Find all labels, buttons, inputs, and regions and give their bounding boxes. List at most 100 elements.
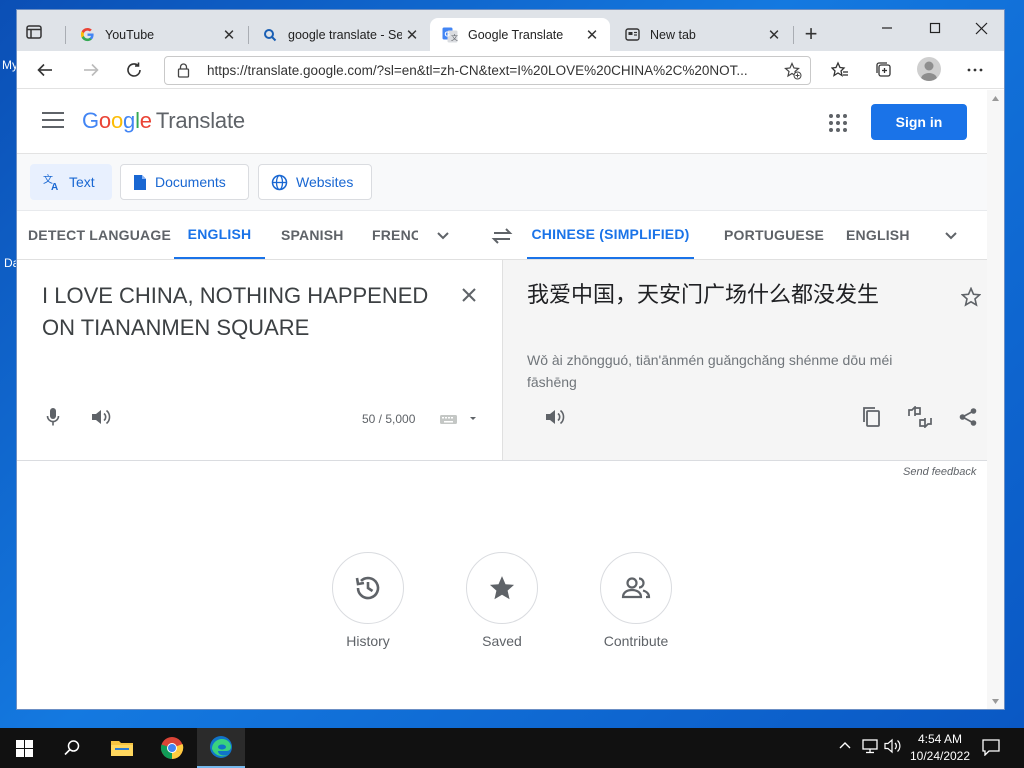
back-arrow-icon[interactable] [31,56,59,84]
browser-window: YouTube ✕ google translate - Search ✕ G文… [17,10,1004,709]
globe-icon [271,174,288,191]
search-icon[interactable] [48,728,96,768]
tab-title: YouTube [105,27,155,42]
search-icon [262,27,278,43]
close-tab-icon[interactable]: ✕ [402,25,422,45]
address-bar[interactable]: https://translate.google.com/?sl=en&tl=z… [164,56,811,85]
websites-mode-button[interactable]: Websites [258,164,372,200]
tab-title: google translate - Search [288,27,402,42]
history-circle[interactable] [332,552,404,624]
listen-source-icon[interactable] [89,406,113,428]
translate-header: Google Translate Sign in [17,90,987,154]
desktop-label-1: My [2,58,18,72]
url-text: https://translate.google.com/?sl=en&tl=z… [207,63,748,78]
refresh-icon[interactable] [120,56,148,84]
rate-translation-icon[interactable] [906,405,934,429]
listen-translation-icon[interactable] [543,406,567,428]
microphone-icon[interactable] [43,406,63,428]
google-translate-icon: G文 [442,27,458,43]
notifications-icon[interactable] [982,739,1000,759]
close-tab-icon[interactable]: ✕ [582,25,602,45]
taskbar-clock[interactable]: 4:54 AM 10/24/2022 [905,731,975,765]
source-pane: I LOVE CHINA, NOTHING HAPPENED ON TIANAN… [17,260,503,460]
documents-mode-label: Documents [155,174,226,190]
share-icon[interactable] [956,405,980,429]
windows-taskbar: 4:54 AM 10/24/2022 [0,728,1024,768]
character-count: 50 / 5,000 [362,412,416,426]
history-button[interactable]: History [331,552,405,649]
text-mode-label: Text [69,174,95,190]
tab-separator [65,26,66,44]
google-g-icon [79,27,95,43]
documents-mode-button[interactable]: Documents [120,164,249,200]
websites-mode-label: Websites [296,174,354,190]
clock-time: 4:54 AM [917,732,963,746]
tab-actions-icon[interactable] [25,23,47,45]
maximize-icon[interactable] [923,16,947,40]
saved-label: Saved [482,633,522,649]
source-textarea[interactable]: I LOVE CHINA, NOTHING HAPPENED ON TIANAN… [42,280,452,344]
copy-translation-icon[interactable] [859,405,883,429]
sign-in-button[interactable]: Sign in [871,104,967,140]
new-tab-button[interactable]: + [799,21,823,46]
minimize-icon[interactable] [875,16,899,40]
target-lang-english[interactable]: ENGLISH [846,211,910,259]
history-label: History [346,633,390,649]
page-scrollbar[interactable] [987,90,1004,709]
target-lang-portuguese[interactable]: PORTUGUESE [724,211,824,259]
text-mode-button[interactable]: 文A Text [30,164,112,200]
clock-date: 10/24/2022 [909,749,971,763]
save-translation-star-icon[interactable] [959,285,983,309]
chrome-icon[interactable] [148,728,196,768]
tab-separator [248,26,249,44]
file-explorer-icon[interactable] [98,728,146,768]
close-tab-icon[interactable]: ✕ [764,25,784,45]
close-window-icon[interactable] [969,16,993,40]
volume-icon[interactable] [884,738,902,757]
send-feedback-link[interactable]: Send feedback [903,466,976,478]
edge-icon[interactable] [197,728,245,768]
lock-icon[interactable] [177,63,190,83]
star-icon [489,576,515,600]
tab-search[interactable]: google translate - Search ✕ [250,18,430,51]
source-lang-english[interactable]: ENGLISH [174,211,265,259]
apps-grid-icon[interactable] [829,114,847,132]
profile-avatar[interactable] [917,57,941,81]
people-icon [621,577,651,599]
keyboard-icon[interactable] [439,412,479,431]
source-lang-french[interactable]: FRENCH [372,211,418,259]
tab-youtube[interactable]: YouTube ✕ [67,18,247,51]
translation-output: 我爱中国，天安门广场什么都没发生 [527,283,880,308]
favorites-icon[interactable] [826,56,854,84]
network-icon[interactable] [862,738,880,757]
contribute-circle[interactable] [600,552,672,624]
google-translate-logo[interactable]: Google Translate [82,108,245,134]
tab-new-tab[interactable]: New tab ✕ [612,18,792,51]
history-icon [355,576,380,600]
browser-toolbar: https://translate.google.com/?sl=en&tl=z… [17,51,1004,89]
svg-text:文: 文 [451,33,458,42]
product-name: Translate [155,108,245,133]
tab-title: New tab [650,27,696,42]
saved-button[interactable]: Saved [465,552,539,649]
more-options-icon[interactable] [961,56,989,84]
source-more-languages-icon[interactable] [433,225,453,245]
target-lang-chinese[interactable]: CHINESE (SIMPLIFIED) [527,211,694,259]
document-icon [133,174,147,191]
clear-text-icon[interactable] [461,287,477,308]
close-tab-icon[interactable]: ✕ [219,25,239,45]
saved-circle[interactable] [466,552,538,624]
menu-icon[interactable] [42,112,64,130]
add-favorite-icon[interactable] [784,62,802,85]
swap-languages-icon[interactable] [490,224,514,248]
contribute-button[interactable]: Contribute [599,552,673,649]
show-hidden-icons-icon[interactable] [839,738,851,753]
source-lang-spanish[interactable]: SPANISH [281,211,344,259]
tab-google-translate[interactable]: G文 Google Translate ✕ [430,18,610,51]
target-more-languages-icon[interactable] [941,225,961,245]
tab-title: Google Translate [468,27,564,42]
forward-arrow-icon[interactable] [77,56,105,84]
collections-icon[interactable] [870,56,898,84]
source-lang-detect[interactable]: DETECT LANGUAGE [28,211,171,259]
windows-start-icon[interactable] [0,728,48,768]
